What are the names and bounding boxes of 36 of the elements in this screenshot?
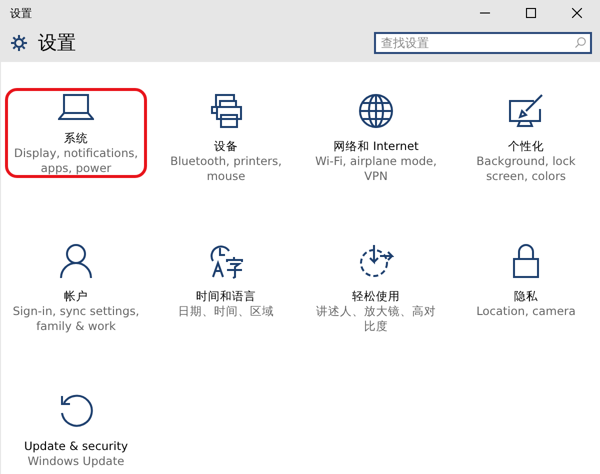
search-icon bbox=[575, 37, 586, 48]
tile-description: 日期、时间、区域 bbox=[177, 304, 275, 319]
tile-description: Background, lock screen, colors bbox=[475, 154, 577, 184]
tile-description: 讲述人、放大镜、高对比度 bbox=[315, 304, 437, 334]
tile-title: 时间和语言 bbox=[196, 289, 256, 304]
close-icon bbox=[572, 8, 582, 18]
tile-description: Display, notifications, apps, power bbox=[12, 146, 140, 176]
tile-title: 网络和 Internet bbox=[333, 139, 419, 154]
clock-language-icon bbox=[208, 243, 244, 279]
tile-description: Sign-in, sync settings, family & work bbox=[12, 304, 140, 334]
tile-title: 个性化 bbox=[508, 139, 544, 154]
window-title: 设置 bbox=[10, 6, 33, 20]
printer-icon bbox=[208, 93, 244, 129]
padlock-icon bbox=[512, 243, 540, 279]
tile-title: Update & security bbox=[24, 439, 128, 454]
search-field[interactable]: 查找设置 bbox=[374, 32, 592, 54]
settings-tile[interactable]: 时间和语言 日期、时间、区域 bbox=[155, 238, 297, 328]
settings-tile[interactable]: Update & security Windows Update bbox=[5, 388, 147, 474]
tile-title: 设备 bbox=[214, 139, 238, 154]
tile-description: Windows Update bbox=[26, 454, 126, 469]
monitor-brush-icon bbox=[508, 93, 544, 129]
accessibility-icon bbox=[358, 243, 394, 279]
globe-icon bbox=[358, 93, 394, 129]
tile-description: Location, camera bbox=[475, 304, 577, 319]
settings-icon bbox=[10, 34, 28, 52]
laptop-icon bbox=[58, 93, 94, 121]
tile-title: 帐户 bbox=[64, 289, 88, 304]
tile-title: 轻松使用 bbox=[352, 289, 400, 304]
page-title: 设置 bbox=[38, 31, 77, 56]
maximize-icon bbox=[526, 8, 536, 18]
tile-title: 系统 bbox=[64, 131, 88, 146]
person-icon bbox=[58, 243, 94, 279]
refresh-icon bbox=[58, 393, 94, 429]
settings-tile[interactable]: 隐私 Location, camera bbox=[455, 238, 597, 328]
tile-title: 隐私 bbox=[514, 289, 538, 304]
settings-tile[interactable]: 系统 Display, notifications, apps, power bbox=[5, 88, 147, 178]
